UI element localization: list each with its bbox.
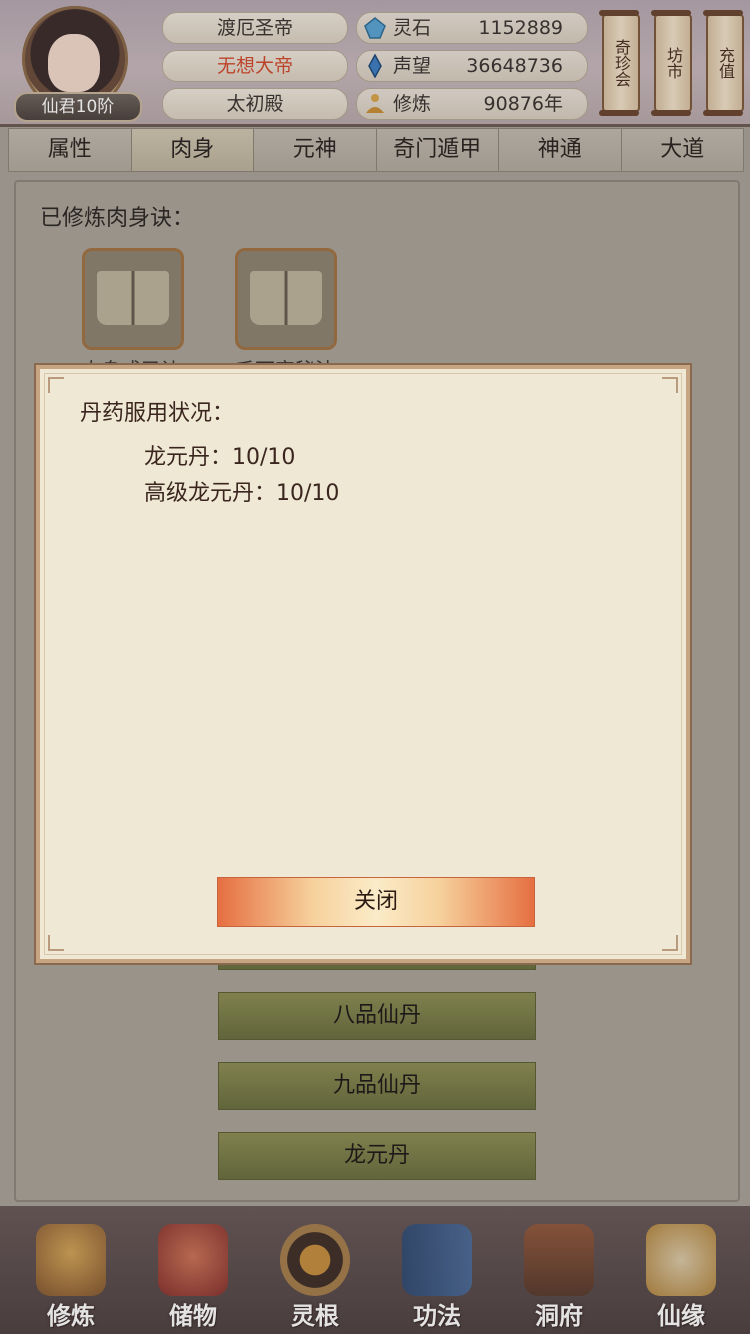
market-button[interactable]: 坊市 (651, 10, 692, 116)
tab-body[interactable]: 肉身 (131, 129, 254, 171)
top-status-bar: 仙君10阶 渡厄圣帝 无想大帝 太初殿 灵石 1152889 声望 366487… (0, 0, 750, 127)
cultivation-value: 90876年 (483, 93, 563, 115)
eighth-grade-pill-button[interactable]: 八品仙丹 (218, 992, 536, 1040)
gourd-icon (646, 1224, 716, 1296)
ninth-grade-pill-button[interactable]: 九品仙丹 (218, 1062, 536, 1110)
frame-corner (662, 377, 678, 393)
book-icon (97, 271, 169, 325)
cultivation-label: 修炼 (393, 93, 432, 115)
section-title: 已修炼肉身诀： (40, 206, 195, 231)
frame-corner (48, 377, 64, 393)
tab-qimen[interactable]: 奇门遁甲 (376, 129, 499, 171)
nav-label-cultivate: 修炼 (47, 1302, 95, 1330)
nav-label-fate: 仙缘 (657, 1302, 705, 1330)
spirit-stone-label: 灵石 (393, 17, 432, 39)
spirit-stone-value: 1152889 (478, 17, 563, 39)
pill-status-line: 高级龙元丹：10/10 (144, 481, 340, 506)
pouch-icon (158, 1224, 228, 1296)
bottom-navigation: 修炼 储物 灵根 功法 洞府 仙缘 (0, 1206, 750, 1334)
spirit-root-icon (280, 1224, 350, 1296)
manual-book-slot-1[interactable] (82, 248, 184, 350)
book-icon (250, 271, 322, 325)
nav-spirit-root[interactable]: 灵根 (260, 1216, 370, 1332)
category-tabs: 属性 肉身 元神 奇门遁甲 神通 大道 (8, 128, 744, 172)
spirit-stone-counter: 灵石 1152889 (356, 12, 588, 44)
pill-status-line: 龙元丹：10/10 (144, 445, 296, 470)
pavilion-icon (524, 1224, 594, 1296)
nav-cultivate[interactable]: 修炼 (16, 1216, 126, 1332)
prestige-value: 36648736 (466, 55, 563, 77)
sect-pill: 太初殿 (162, 88, 348, 120)
rank-badge: 仙君10阶 (14, 92, 142, 122)
nav-label-spirit-root: 灵根 (291, 1302, 339, 1330)
prestige-label: 声望 (393, 55, 432, 77)
dialog-title: 丹药服用状况： (80, 401, 235, 426)
nav-label-cave-abode: 洞府 (535, 1302, 583, 1330)
nav-techniques[interactable]: 功法 (382, 1216, 492, 1332)
dialog-frame (44, 373, 682, 955)
tab-divine-power[interactable]: 神通 (499, 129, 622, 171)
recharge-button[interactable]: 充值 (703, 10, 744, 116)
close-button[interactable]: 关闭 (217, 877, 535, 927)
dragon-essence-pill-button[interactable]: 龙元丹 (218, 1132, 536, 1180)
nav-storage[interactable]: 储物 (138, 1216, 248, 1332)
pill-status-dialog: 丹药服用状况： 龙元丹：10/10 高级龙元丹：10/10 关闭 (36, 365, 690, 963)
nav-label-techniques: 功法 (413, 1302, 461, 1330)
manual-book-slot-2[interactable] (235, 248, 337, 350)
meditation-icon (366, 94, 384, 113)
nav-cave-abode[interactable]: 洞府 (504, 1216, 614, 1332)
avatar-face (48, 34, 100, 92)
frame-corner (48, 935, 64, 951)
dao-title-pill: 无想大帝 (162, 50, 348, 82)
nav-label-storage: 储物 (169, 1302, 217, 1330)
tab-attributes[interactable]: 属性 (9, 129, 132, 171)
tab-spirit[interactable]: 元神 (254, 129, 377, 171)
nav-fate[interactable]: 仙缘 (626, 1216, 736, 1332)
cultivation-counter: 修炼 90876年 (356, 88, 588, 120)
frame-corner (662, 935, 678, 951)
tab-great-dao[interactable]: 大道 (621, 129, 743, 171)
title-pill: 渡厄圣帝 (162, 12, 348, 44)
prestige-counter: 声望 36648736 (356, 50, 588, 82)
prestige-crystal-icon (368, 54, 382, 78)
spirit-stone-icon (364, 17, 386, 39)
scripture-icon (402, 1224, 472, 1296)
monk-icon (36, 1224, 106, 1296)
treasure-auction-button[interactable]: 奇珍会 (599, 10, 640, 116)
